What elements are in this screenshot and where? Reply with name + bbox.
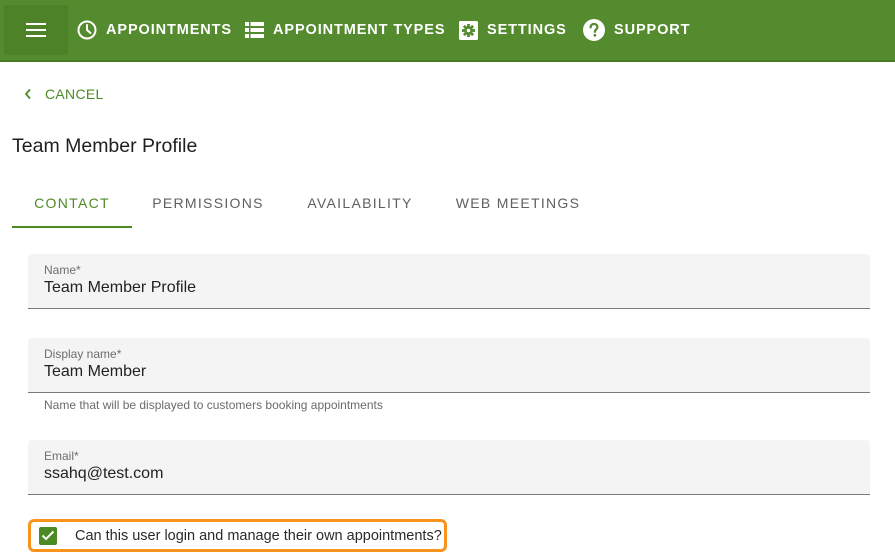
nav-appointment-types[interactable]: APPOINTMENT TYPES bbox=[245, 0, 445, 60]
name-field-value[interactable]: Team Member Profile bbox=[44, 279, 196, 297]
hamburger-menu-icon bbox=[26, 23, 46, 37]
nav-appointments[interactable]: APPOINTMENTS bbox=[77, 0, 232, 60]
email-field-label: Email* bbox=[44, 449, 79, 463]
tab-contact[interactable]: CONTACT bbox=[12, 180, 132, 228]
checkmark-icon bbox=[41, 530, 55, 541]
nav-settings-label: SETTINGS bbox=[487, 22, 567, 38]
nav-support[interactable]: SUPPORT bbox=[583, 0, 690, 60]
name-field-label: Name* bbox=[44, 263, 81, 277]
gear-icon bbox=[459, 20, 478, 40]
nav-appointments-label: APPOINTMENTS bbox=[106, 22, 232, 38]
nav-settings[interactable]: SETTINGS bbox=[459, 0, 567, 60]
clock-icon bbox=[77, 20, 97, 40]
menu-button[interactable] bbox=[4, 5, 68, 55]
nav-appointment-types-label: APPOINTMENT TYPES bbox=[273, 22, 446, 38]
display-name-hint: Name that will be displayed to customers… bbox=[44, 398, 383, 412]
nav-support-label: SUPPORT bbox=[614, 22, 691, 38]
email-field[interactable]: Email* ssahq@test.com bbox=[28, 440, 870, 495]
page-title: Team Member Profile bbox=[12, 135, 198, 157]
chevron-left-icon bbox=[24, 88, 31, 100]
name-field[interactable]: Name* Team Member Profile bbox=[28, 254, 870, 309]
display-name-field-label: Display name* bbox=[44, 347, 122, 361]
display-name-field[interactable]: Display name* Team Member bbox=[28, 338, 870, 393]
display-name-field-value[interactable]: Team Member bbox=[44, 363, 146, 381]
login-permission-checkbox[interactable] bbox=[39, 526, 57, 545]
tab-web-meetings[interactable]: WEB MEETINGS bbox=[436, 180, 600, 226]
profile-tabs: CONTACT PERMISSIONS AVAILABILITY WEB MEE… bbox=[12, 180, 600, 228]
tab-availability[interactable]: AVAILABILITY bbox=[284, 180, 436, 226]
email-field-value[interactable]: ssahq@test.com bbox=[44, 465, 163, 483]
login-permission-checkbox-row[interactable]: Can this user login and manage their own… bbox=[28, 519, 447, 552]
list-icon bbox=[245, 22, 264, 38]
cancel-label: CANCEL bbox=[45, 86, 104, 102]
tab-permissions[interactable]: PERMISSIONS bbox=[132, 180, 284, 226]
cancel-button[interactable]: CANCEL bbox=[24, 86, 104, 102]
login-permission-label: Can this user login and manage their own… bbox=[75, 527, 442, 544]
help-circle-icon bbox=[583, 19, 605, 41]
top-navigation-bar: APPOINTMENTS APPOINTMENT TYPES SETTINGS bbox=[0, 0, 895, 62]
